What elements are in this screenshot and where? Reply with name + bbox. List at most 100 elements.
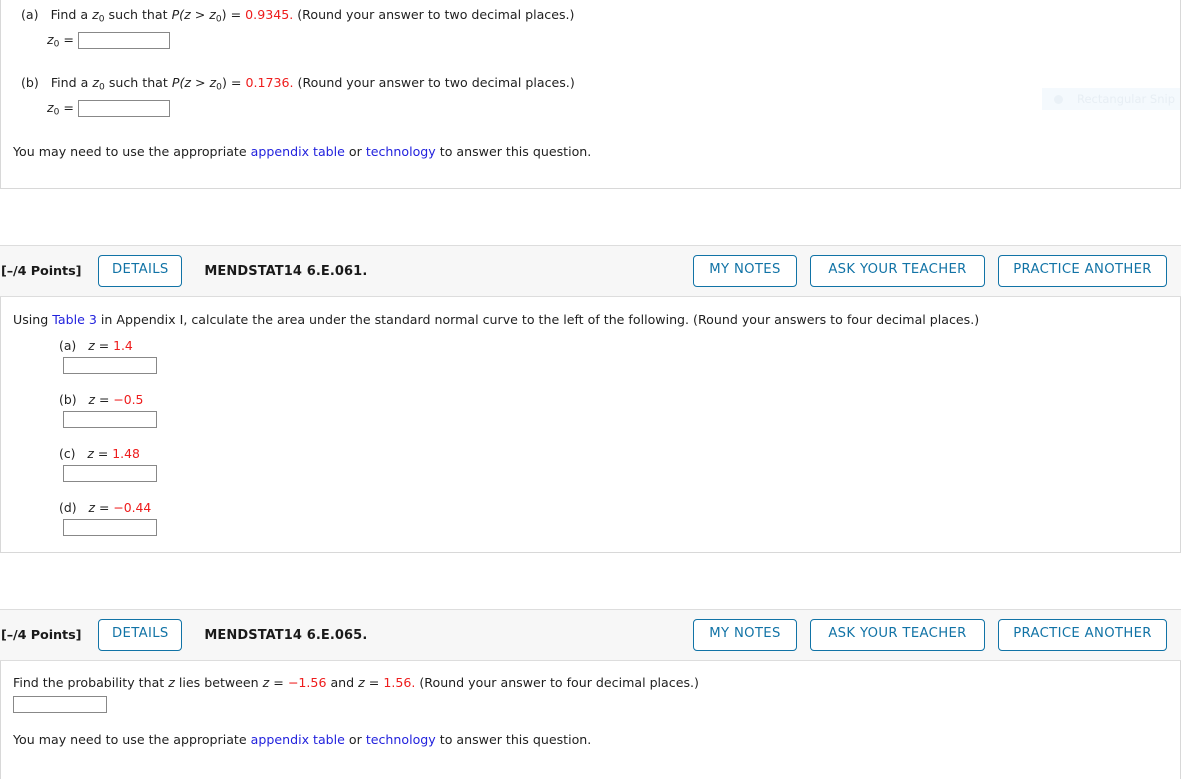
ask-your-teacher-button[interactable]: ASK YOUR TEACHER [810,255,985,287]
item-b-equals: = [98,392,110,407]
item-d-answer-input[interactable] [63,519,157,536]
part-a-equals: = [230,7,242,22]
prompt-equals-1: = [269,675,288,690]
prompt-part-3: and [326,675,359,690]
prompt-part-2: lies between [174,675,263,690]
item-c-answer-input[interactable] [63,465,157,482]
part-a-text-before: Find a [50,7,89,22]
part-a-value: 0.9345. [245,7,294,22]
question-3-prompt: Find the probability that z lies between… [13,674,699,691]
spacer-1 [0,189,1181,245]
part-a-prob-close: ) [221,7,227,22]
question-2-item-a: (a) z = 1.4 [59,338,157,374]
question-2-header: [–/4 Points] DETAILS MENDSTAT14 6.E.061.… [0,245,1181,297]
question-1-part-b-answer-row: z0 = [47,99,170,119]
part-b-answer-input[interactable] [77,100,170,117]
item-a-answer-input[interactable] [63,357,157,374]
part-a-probability-expr: P(z > z [171,7,216,22]
item-c-equals: = [97,446,109,461]
item-b-answer-input[interactable] [63,411,157,428]
part-b-text-mid: such that [108,75,168,90]
part-b-prob-close: ) [221,75,227,90]
part-b-answer-label: z0 = [47,100,74,118]
item-d-var: z [88,500,95,515]
prompt-part-1: Find the probability that [13,675,169,690]
footnote-3-middle: or [344,732,366,747]
part-a-label: (a) [21,7,39,22]
part-b-label: (b) [21,75,39,90]
footnote-1-middle: or [344,144,366,159]
prompt-value-1: −1.56 [287,675,327,690]
item-d-value: −0.44 [113,500,152,515]
prompt-var-1: z [168,675,175,690]
part-a-z-subscript: 0 [98,14,105,25]
part-b-probability-expr: P(z > z [171,75,217,90]
question-3-body: Find the probability that z lies between… [1,661,1180,779]
part-b-value: 0.1736. [245,75,294,90]
question-1-body: (a) Find a z0 such that P(z > z0) = 0.93… [1,0,1180,188]
question-1-footnote: You may need to use the appropriate appe… [13,143,591,160]
table-3-link[interactable]: Table 3 [52,312,97,327]
appendix-table-link-2[interactable]: appendix table [251,732,345,747]
part-a-rounding-note: (Round your answer to two decimal places… [297,7,575,22]
rectangular-snip-overlay[interactable]: Rectangular Snip [1042,88,1180,110]
prompt-value-2: 1.56. [383,675,416,690]
prompt-part-4: (Round your answer to four decimal place… [415,675,699,690]
footnote-3-before: You may need to use the appropriate [13,732,251,747]
question-2-body-card: Using Table 3 in Appendix I, calculate t… [0,297,1181,553]
item-c-var: z [87,446,94,461]
question-2-item-c: (c) z = 1.48 [59,446,157,482]
question-3-answer-input[interactable] [13,696,107,713]
spacer-2 [0,553,1181,609]
part-b-z-subscript: 0 [99,82,105,93]
item-b-var: z [88,392,95,407]
intro-before: Using [13,312,53,327]
rectangular-snip-label: Rectangular Snip [1077,92,1176,106]
item-b-value: −0.5 [113,392,144,407]
intro-after: in Appendix I, calculate the area under … [96,312,980,327]
part-a-text-mid: such that [108,7,168,22]
practice-another-button-2[interactable]: PRACTICE ANOTHER [998,619,1167,651]
practice-another-button[interactable]: PRACTICE ANOTHER [998,255,1167,287]
footnote-3-after: to answer this question. [435,732,592,747]
snip-dot-icon [1054,94,1063,104]
item-d-label: (d) [59,500,77,515]
details-button-2[interactable]: DETAILS [98,619,183,651]
question-3-header: [–/4 Points] DETAILS MENDSTAT14 6.E.065.… [0,609,1181,661]
question-2-item-d: (d) z = −0.44 [59,500,157,536]
part-a-z-var: z [92,7,99,22]
question-1-part-a-answer-row: z0 = [47,31,170,51]
question-2-item-b: (b) z = −0.5 [59,392,157,428]
question-card-1: (a) Find a z0 such that P(z > z0) = 0.93… [0,0,1181,189]
prompt-var-3: z [358,675,365,690]
technology-link-2[interactable]: technology [366,732,436,747]
item-a-equals: = [98,338,110,353]
ask-your-teacher-button-2[interactable]: ASK YOUR TEACHER [810,619,985,651]
question-2-id: MENDSTAT14 6.E.061. [204,263,368,279]
item-c-value: 1.48 [112,446,140,461]
question-3-body-card: Find the probability that z lies between… [0,661,1181,779]
details-button[interactable]: DETAILS [98,255,183,287]
prompt-equals-2: = [364,675,384,690]
technology-link[interactable]: technology [366,144,436,159]
question-card-2: [–/4 Points] DETAILS MENDSTAT14 6.E.061.… [0,245,1181,553]
item-a-value: 1.4 [113,338,133,353]
part-a-answer-label: z0 = [47,32,74,50]
item-a-var: z [88,338,95,353]
question-card-3: [–/4 Points] DETAILS MENDSTAT14 6.E.065.… [0,609,1181,779]
my-notes-button-2[interactable]: MY NOTES [693,619,797,651]
item-b-label: (b) [59,392,77,407]
my-notes-button[interactable]: MY NOTES [693,255,797,287]
part-b-equals: = [230,75,242,90]
item-d-equals: = [98,500,110,515]
item-a-label: (a) [59,338,77,353]
appendix-table-link[interactable]: appendix table [251,144,345,159]
part-a-answer-input[interactable] [77,32,170,49]
footnote-1-after: to answer this question. [435,144,592,159]
item-c-label: (c) [59,446,76,461]
part-b-text-before: Find a [50,75,89,90]
question-2-points: [–/4 Points] [1,263,82,279]
question-2-intro: Using Table 3 in Appendix I, calculate t… [13,311,979,328]
question-2-body: Using Table 3 in Appendix I, calculate t… [1,297,1180,552]
question-3-id: MENDSTAT14 6.E.065. [204,627,368,643]
